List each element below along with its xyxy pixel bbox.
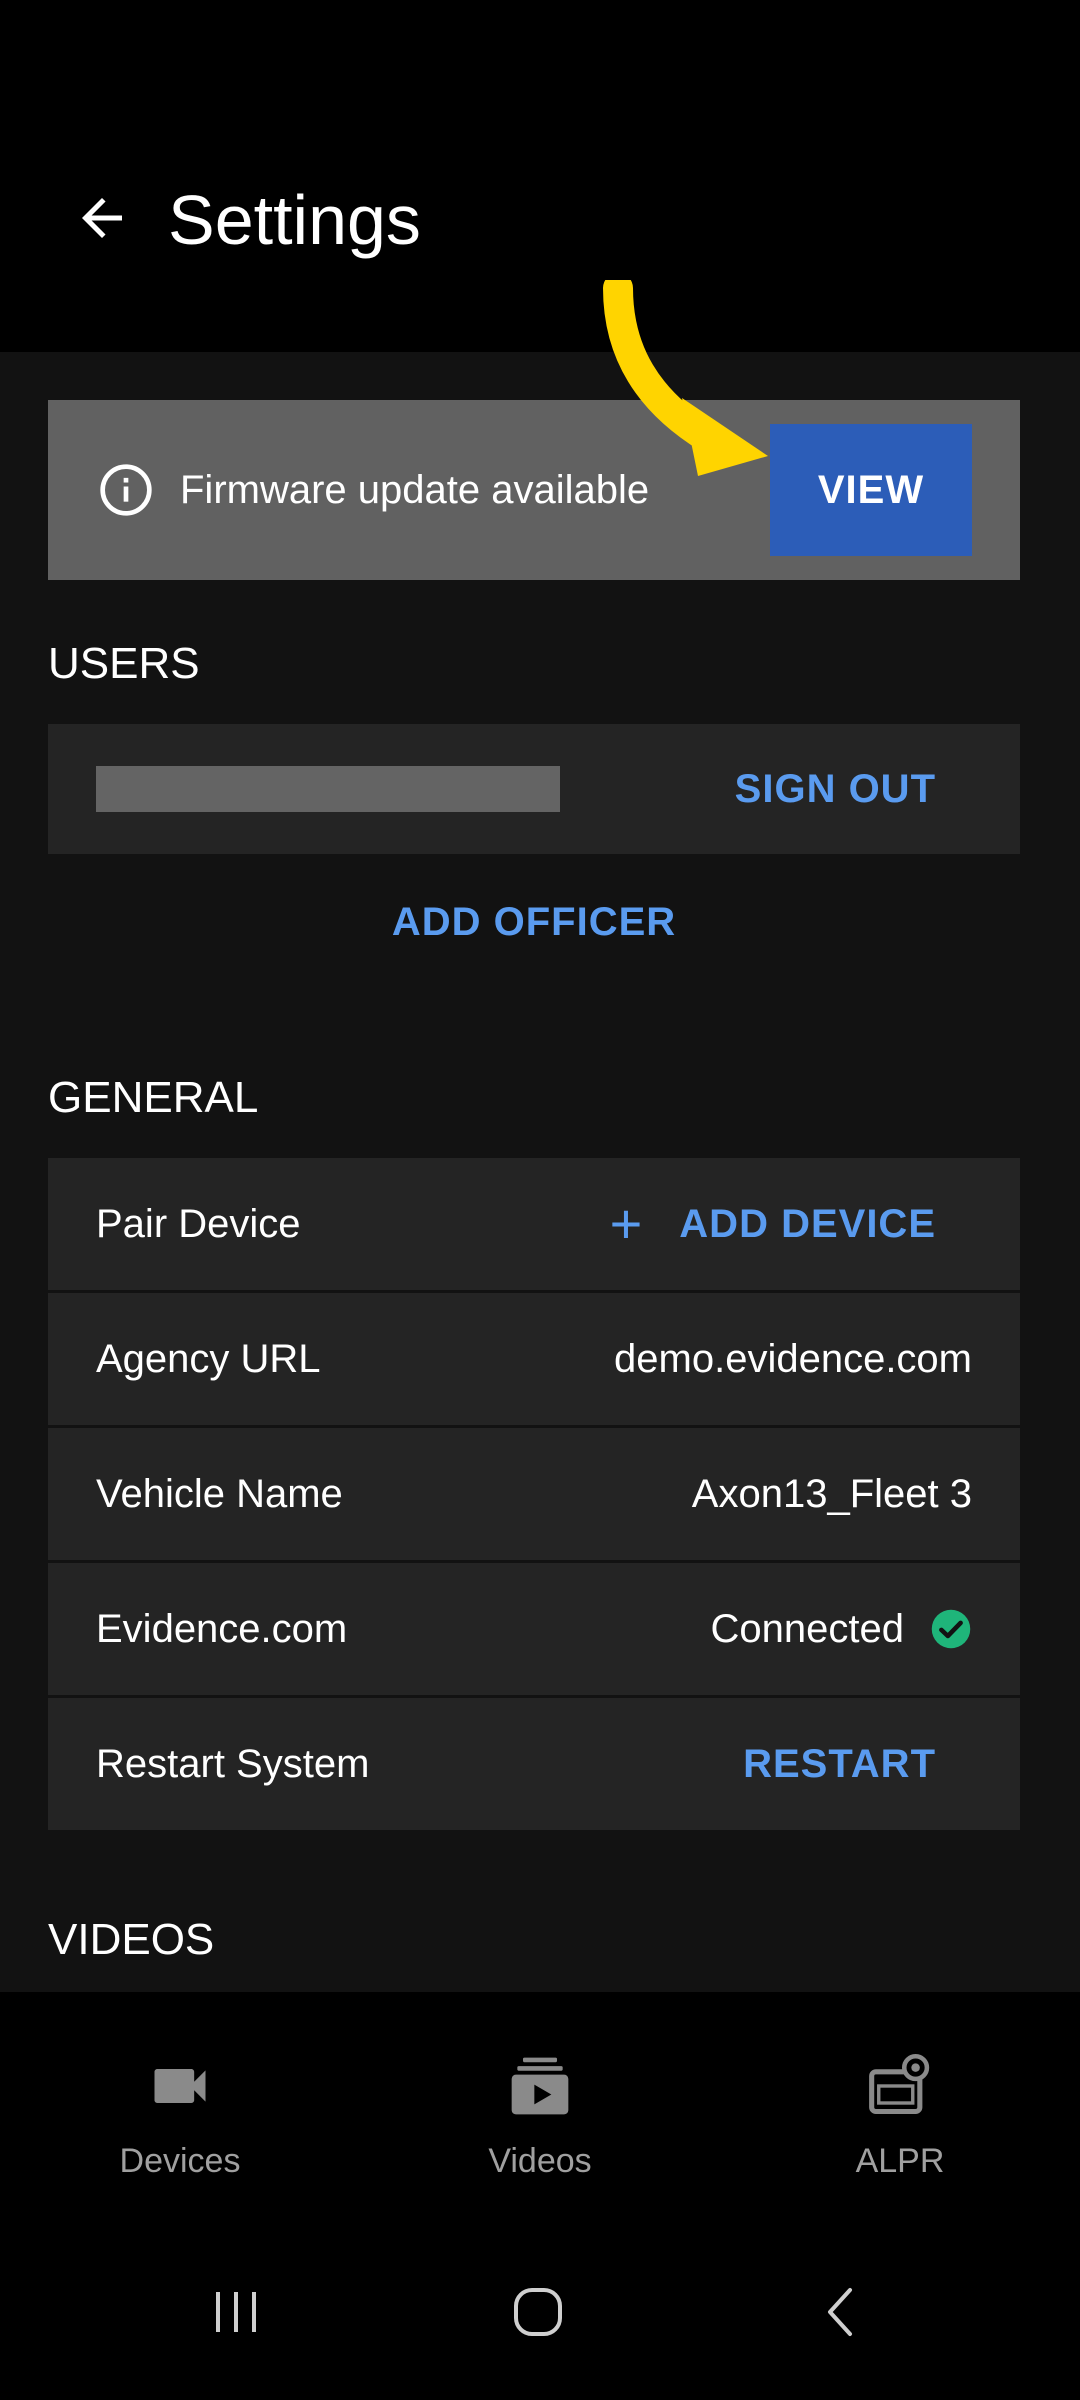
row-label: Agency URL (96, 1336, 321, 1381)
system-back-button[interactable] (780, 2262, 900, 2362)
info-icon (100, 464, 152, 516)
evidence-com-row: Evidence.com Connected (48, 1563, 1020, 1695)
row-label: Vehicle Name (96, 1471, 343, 1516)
page-title: Settings (168, 181, 421, 259)
vehicle-name-row: Vehicle Name Axon13_Fleet 3 (48, 1428, 1020, 1560)
back-button[interactable] (64, 180, 140, 256)
connection-status: Connected (711, 1607, 972, 1652)
section-header-general: GENERAL (48, 1073, 259, 1122)
system-navigation-bar (0, 2222, 1080, 2400)
arrow-back-icon (82, 198, 122, 238)
nav-item-videos[interactable]: Videos (360, 1992, 720, 2222)
row-label: Pair Device (96, 1201, 301, 1246)
add-device-label: ADD DEVICE (679, 1201, 936, 1246)
restart-system-row: Restart System RESTART (48, 1698, 1020, 1830)
nav-item-devices[interactable]: Devices (0, 1992, 360, 2222)
app-bar: Settings (0, 0, 1080, 352)
home-button[interactable] (478, 2262, 598, 2362)
video-camera-icon (154, 2069, 206, 2103)
agency-url-row: Agency URL demo.evidence.com (48, 1293, 1020, 1425)
general-settings-list: Pair Device + ADD DEVICE Agency URL demo… (48, 1158, 1020, 1833)
check-circle-icon (931, 1609, 971, 1649)
row-label: Restart System (96, 1741, 370, 1786)
plus-icon: + (609, 1192, 644, 1255)
chevron-left-icon (828, 2288, 852, 2336)
section-header-users: USERS (48, 639, 200, 688)
nav-item-alpr[interactable]: ALPR (720, 1992, 1080, 2222)
vehicle-name-value: Axon13_Fleet 3 (691, 1471, 972, 1516)
nav-label-devices: Devices (119, 2142, 241, 2180)
restart-button[interactable]: RESTART (743, 1742, 936, 1787)
home-icon (514, 2288, 562, 2336)
view-button[interactable]: VIEW (770, 424, 972, 556)
add-device-button[interactable]: + ADD DEVICE (609, 1192, 936, 1255)
connection-status-text: Connected (710, 1606, 904, 1651)
add-officer-button[interactable]: ADD OFFICER (0, 886, 1068, 958)
row-label: Evidence.com (96, 1606, 348, 1651)
pair-device-row: Pair Device + ADD DEVICE (48, 1158, 1020, 1290)
firmware-update-banner: Firmware update available VIEW (48, 400, 1020, 580)
bottom-navigation: Devices Videos ALPR (0, 1992, 1080, 2222)
recent-apps-button[interactable] (176, 2262, 296, 2362)
recent-apps-icon (216, 2292, 256, 2332)
banner-message: Firmware update available (180, 468, 650, 512)
agency-url-value: demo.evidence.com (614, 1336, 972, 1381)
user-row: SIGN OUT (48, 724, 1020, 854)
alpr-camera-icon (869, 2053, 930, 2115)
nav-label-alpr: ALPR (855, 2142, 945, 2180)
video-library-icon (511, 2057, 569, 2115)
sign-out-button[interactable]: SIGN OUT (735, 724, 936, 854)
section-header-videos: VIDEOS (48, 1915, 215, 1964)
nav-label-videos: Videos (488, 2142, 592, 2180)
user-name-redacted (96, 766, 560, 812)
